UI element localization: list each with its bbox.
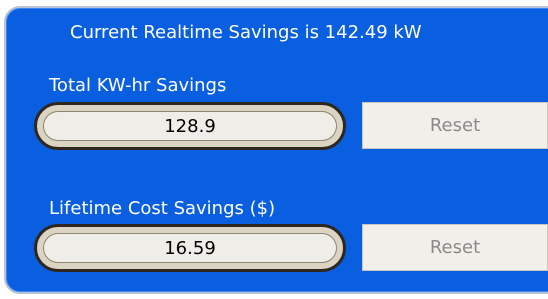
reset-kwh-button[interactable]: Reset: [362, 102, 548, 149]
total-kwh-savings-value: 128.9: [164, 115, 216, 137]
reset-cost-button-label: Reset: [429, 237, 481, 258]
total-kwh-savings-label: Total KW-hr Savings: [49, 75, 227, 96]
total-kwh-savings-field: 128.9: [34, 102, 346, 150]
lifetime-cost-savings-label: Lifetime Cost Savings ($): [49, 198, 276, 219]
realtime-savings-text: Current Realtime Savings is 142.49 kW: [70, 22, 422, 43]
reset-kwh-button-label: Reset: [429, 115, 481, 136]
lifetime-cost-savings-value: 16.59: [164, 237, 216, 259]
reset-cost-button[interactable]: Reset: [362, 224, 548, 271]
lifetime-cost-savings-field: 16.59: [34, 224, 346, 272]
